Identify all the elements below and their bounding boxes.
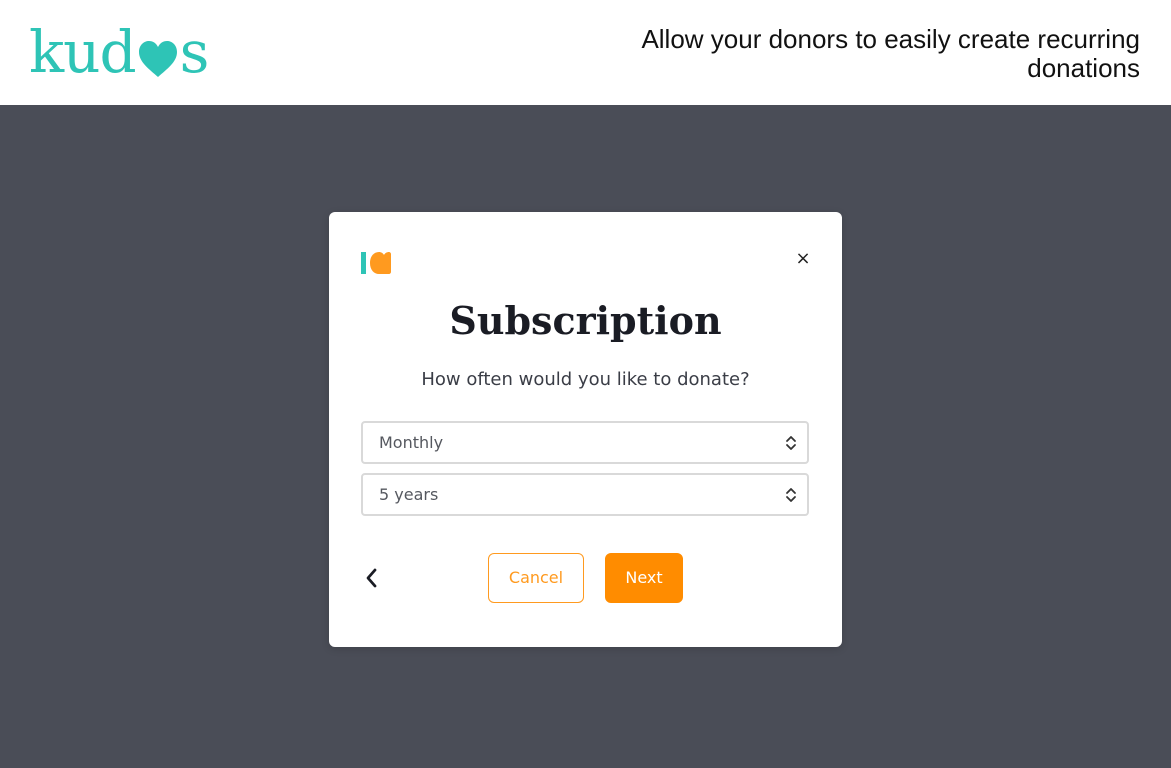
duration-select[interactable]: 5 years [361,473,809,516]
frequency-select-value: Monthly [379,433,444,452]
duration-select-value: 5 years [379,485,439,504]
next-button[interactable]: Next [605,553,683,603]
dialog-question: How often would you like to donate? [421,369,750,390]
heart-icon [137,39,179,79]
subscription-dialog: × Subscription How often would you like … [329,212,842,647]
close-button[interactable]: × [792,248,814,270]
back-button[interactable] [361,565,383,591]
brand-text-prefix: kud [29,18,137,86]
up-down-chevron-icon [785,434,797,452]
dialog-title: Subscription [449,298,722,343]
page-header: kud s Allow your donors to easily create… [0,0,1171,105]
kudos-logo-icon [361,250,391,275]
brand-text-suffix: s [179,18,210,86]
kudos-brand-logo: kud s [29,17,209,86]
frequency-select[interactable]: Monthly [361,421,809,464]
up-down-chevron-icon [785,486,797,504]
chevron-left-icon [361,565,383,591]
header-tagline: Allow your donors to easily create recur… [641,24,1140,83]
cancel-button[interactable]: Cancel [488,553,584,603]
